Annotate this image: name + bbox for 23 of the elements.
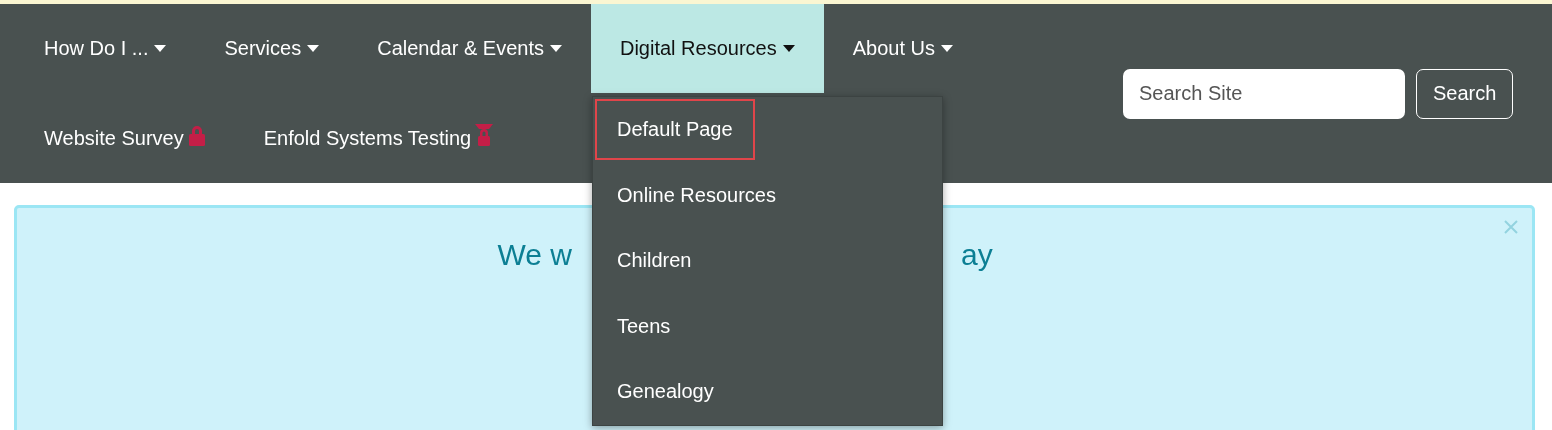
banner-heading: ay: [961, 238, 993, 272]
close-icon[interactable]: [1504, 220, 1518, 234]
nav-item[interactable]: Enfold Systems Testing: [234, 93, 523, 183]
menu-item[interactable]: Children: [594, 230, 714, 292]
menu-item[interactable]: Default Page: [594, 99, 755, 161]
menu-item[interactable]: Teens: [594, 295, 693, 357]
nav-item[interactable]: About Us: [823, 4, 982, 93]
nav-item[interactable]: How Do I ...: [15, 4, 196, 93]
nav-item[interactable]: Website Survey: [15, 93, 235, 183]
capped-lock-icon: [475, 124, 494, 146]
caret-icon: [154, 45, 167, 52]
caret-icon: [940, 45, 953, 52]
caret-icon: [307, 45, 320, 52]
menu-item[interactable]: Online Resources: [594, 164, 798, 226]
nav-item[interactable]: Calendar & Events: [348, 4, 591, 93]
search-field[interactable]: Search Site: [1123, 68, 1405, 119]
caret-icon: [549, 45, 562, 52]
banner-heading: We w: [497, 238, 572, 272]
menu-item[interactable]: Genealogy: [594, 361, 736, 423]
nav-item[interactable]: Services: [195, 4, 349, 93]
lock-icon: [187, 124, 206, 146]
caret-icon: [782, 45, 795, 52]
search-button[interactable]: Search: [1416, 68, 1514, 119]
